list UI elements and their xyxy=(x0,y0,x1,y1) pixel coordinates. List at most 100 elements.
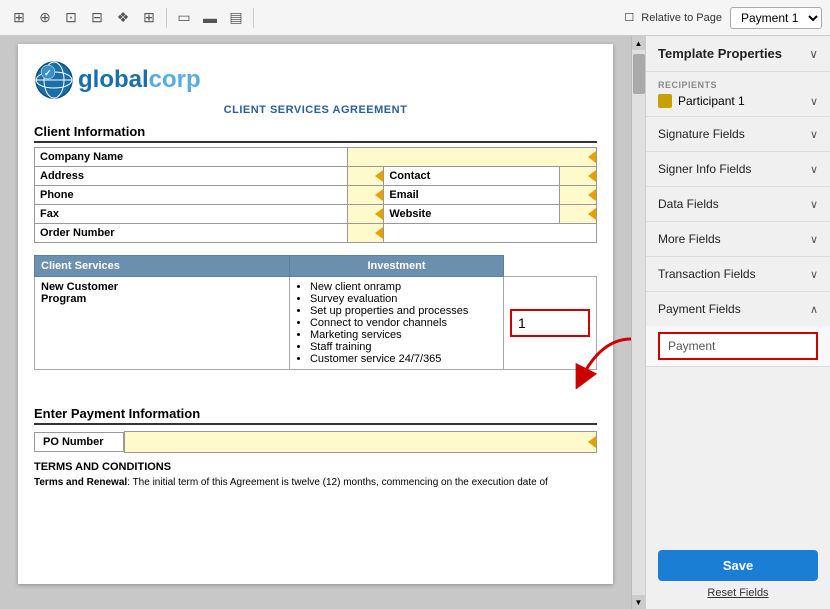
terms-text: Terms and Renewal: The initial term of t… xyxy=(34,476,597,490)
table-row: Company Name xyxy=(35,148,597,167)
more-fields-header[interactable]: More Fields ∨ xyxy=(646,222,830,256)
toolbar-sep-2 xyxy=(253,8,254,28)
toolbar-icon-9[interactable]: ▤ xyxy=(225,7,247,29)
table-header-row: Client Services Investment xyxy=(35,256,597,277)
client-info-table: Company Name Address Contact xyxy=(34,147,597,243)
program-label: New CustomerProgram xyxy=(41,281,283,305)
template-properties-header[interactable]: Template Properties ∨ xyxy=(646,36,830,72)
document-area: ✓ globalcorp CLIENT SERVICES AGREEMENT C… xyxy=(0,36,631,609)
toolbar-icon-2[interactable]: ⊕ xyxy=(34,7,56,29)
participant-chevron-icon: ∨ xyxy=(810,95,818,108)
save-button[interactable]: Save xyxy=(658,550,818,581)
client-services-header: Client Services xyxy=(35,256,290,277)
table-row: New CustomerProgram New client onramp Su… xyxy=(35,277,597,370)
order-number-input[interactable] xyxy=(347,224,384,243)
signer-info-fields-chevron: ∨ xyxy=(810,163,818,176)
address-arrow xyxy=(375,170,383,182)
toolbar-sep-1 xyxy=(166,8,167,28)
company-name-arrow xyxy=(588,151,596,163)
table-row: Phone Email xyxy=(35,186,597,205)
list-item: Set up properties and processes xyxy=(310,305,497,317)
po-input[interactable] xyxy=(124,431,597,453)
doc-scrollbar[interactable]: ▲ ▼ xyxy=(631,36,645,609)
panel-collapse-icon: ∨ xyxy=(809,47,818,61)
signature-fields-chevron: ∨ xyxy=(810,128,818,141)
recipient-row[interactable]: Participant 1 ∨ xyxy=(658,94,818,108)
transaction-fields-header[interactable]: Transaction Fields ∨ xyxy=(646,257,830,291)
address-input[interactable] xyxy=(347,167,384,186)
toolbar-icon-4[interactable]: ⊟ xyxy=(86,7,108,29)
investment-input[interactable]: 1 xyxy=(510,309,590,337)
transaction-fields-chevron: ∨ xyxy=(810,268,818,281)
contact-input[interactable] xyxy=(560,167,597,186)
reset-fields-button[interactable]: Reset Fields xyxy=(707,587,768,599)
terms-title: TERMS AND CONDITIONS xyxy=(34,461,597,473)
red-arrow-icon xyxy=(571,334,631,389)
transaction-fields-section: Transaction Fields ∨ xyxy=(646,257,830,292)
scroll-up-button[interactable]: ▲ xyxy=(632,36,646,50)
fax-input[interactable] xyxy=(347,205,384,224)
website-label: Website xyxy=(384,205,560,224)
address-label: Address xyxy=(35,167,348,186)
list-item: Survey evaluation xyxy=(310,293,497,305)
table-row: Fax Website xyxy=(35,205,597,224)
toolbar-icon-8[interactable]: ▬ xyxy=(199,7,221,29)
company-name-input[interactable] xyxy=(347,148,596,167)
scroll-down-button[interactable]: ▼ xyxy=(632,595,646,609)
fax-arrow xyxy=(375,208,383,220)
po-label: PO Number xyxy=(34,432,124,452)
relative-to-page-label: ☐ Relative to Page xyxy=(624,11,722,24)
save-section: Save Reset Fields xyxy=(646,540,830,609)
payment-fields-header[interactable]: Payment Fields ∧ xyxy=(646,292,830,326)
panel-title: Template Properties xyxy=(658,46,782,61)
phone-input[interactable] xyxy=(347,186,384,205)
company-name-label: Company Name xyxy=(35,148,348,167)
table-row: Order Number xyxy=(35,224,597,243)
data-fields-section: Data Fields ∨ xyxy=(646,187,830,222)
client-info-title: Client Information xyxy=(34,124,597,143)
payment-fields-chevron: ∧ xyxy=(810,303,818,316)
svg-text:✓: ✓ xyxy=(44,68,52,78)
signer-info-fields-label: Signer Info Fields xyxy=(658,162,751,176)
right-panel: Template Properties ∨ RECIPIENTS Partici… xyxy=(645,36,830,609)
signer-info-fields-header[interactable]: Signer Info Fields ∨ xyxy=(646,152,830,186)
logo-area: ✓ globalcorp xyxy=(34,60,597,100)
payment-field-item[interactable]: Payment xyxy=(658,332,818,360)
recipients-section: RECIPIENTS Participant 1 ∨ xyxy=(646,72,830,117)
terms-section: TERMS AND CONDITIONS Terms and Renewal: … xyxy=(34,461,597,490)
toolbar-icon-7[interactable]: ▭ xyxy=(173,7,195,29)
po-arrow-icon xyxy=(588,436,596,448)
list-item: Marketing services xyxy=(310,329,497,341)
payment-fields-label: Payment Fields xyxy=(658,302,741,316)
logo-text: globalcorp xyxy=(78,66,201,94)
toolbar-icon-5[interactable]: ❖ xyxy=(112,7,134,29)
signature-fields-section: Signature Fields ∨ xyxy=(646,117,830,152)
toolbar-icon-3[interactable]: ⊡ xyxy=(60,7,82,29)
toolbar-icon-1[interactable]: ⊞ xyxy=(8,7,30,29)
data-fields-label: Data Fields xyxy=(658,197,719,211)
contact-label: Contact xyxy=(384,167,560,186)
contact-arrow xyxy=(588,170,596,182)
table-row: Address Contact xyxy=(35,167,597,186)
transaction-fields-label: Transaction Fields xyxy=(658,267,756,281)
phone-arrow xyxy=(375,189,383,201)
more-fields-section: More Fields ∨ xyxy=(646,222,830,257)
toolbar: ⊞ ⊕ ⊡ ⊟ ❖ ⊞ ▭ ▬ ▤ ☐ Relative to Page Pay… xyxy=(0,0,830,36)
doc-title: CLIENT SERVICES AGREEMENT xyxy=(34,104,597,116)
website-input[interactable] xyxy=(560,205,597,224)
list-item: Customer service 24/7/365 xyxy=(310,353,497,365)
signature-fields-header[interactable]: Signature Fields ∨ xyxy=(646,117,830,151)
order-number-label: Order Number xyxy=(35,224,348,243)
toolbar-icon-6[interactable]: ⊞ xyxy=(138,7,160,29)
page-dropdown[interactable]: Payment 1 xyxy=(730,7,822,29)
more-fields-label: More Fields xyxy=(658,232,721,246)
scroll-thumb[interactable] xyxy=(633,54,645,94)
email-input[interactable] xyxy=(560,186,597,205)
po-row: PO Number xyxy=(34,431,597,453)
list-item: Connect to vendor channels xyxy=(310,317,497,329)
fax-label: Fax xyxy=(35,205,348,224)
data-fields-header[interactable]: Data Fields ∨ xyxy=(646,187,830,221)
more-fields-chevron: ∨ xyxy=(810,233,818,246)
client-services-table: Client Services Investment New CustomerP… xyxy=(34,255,597,370)
website-arrow xyxy=(588,208,596,220)
